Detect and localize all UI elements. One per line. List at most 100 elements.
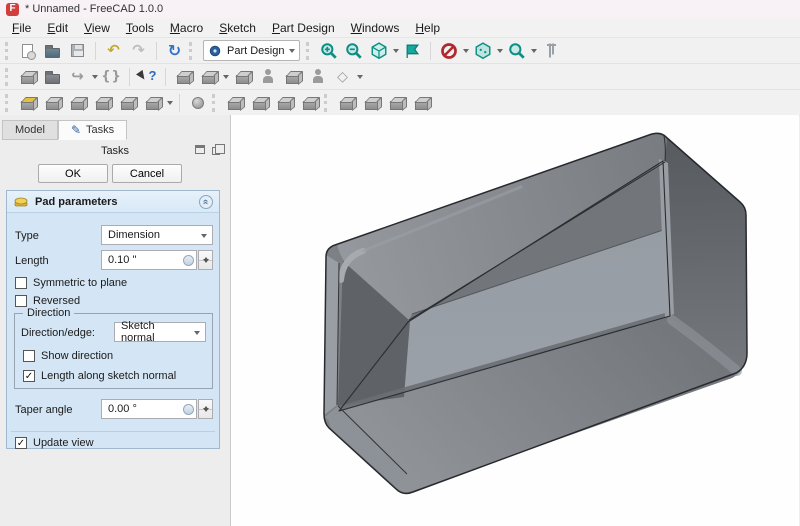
draft-button[interactable] <box>384 92 409 114</box>
whats-this-button[interactable]: ? <box>135 66 160 88</box>
overlay-panel-icon[interactable] <box>212 147 220 155</box>
toolbar-handle[interactable] <box>5 68 11 86</box>
update-view-checkbox[interactable]: ✓ <box>15 437 27 449</box>
create-part-button[interactable] <box>15 66 40 88</box>
toolbar-handle[interactable] <box>5 42 11 60</box>
view-dropdown-arrow[interactable] <box>391 40 400 62</box>
menu-help[interactable]: Help <box>407 19 448 37</box>
create-group-button[interactable] <box>40 66 65 88</box>
groove-button[interactable] <box>272 92 297 114</box>
direction-edge-select[interactable]: Sketch normal <box>114 322 206 342</box>
menu-sketch[interactable]: Sketch <box>211 19 264 37</box>
clipping-dropdown-arrow[interactable] <box>461 40 470 62</box>
revolution-button[interactable] <box>40 92 65 114</box>
search-dropdown-arrow[interactable] <box>529 40 538 62</box>
length-spinner[interactable] <box>198 250 213 270</box>
texture-dropdown-arrow[interactable] <box>495 40 504 62</box>
variable-set-button[interactable]: {} <box>99 66 124 88</box>
symmetric-checkbox[interactable] <box>15 277 27 289</box>
link-dropdown-arrow[interactable] <box>90 66 99 88</box>
tab-model[interactable]: Model <box>2 120 58 140</box>
create-sketch-button[interactable] <box>196 66 221 88</box>
spinner-divider <box>199 260 212 261</box>
type-select[interactable]: Dimension <box>101 225 213 245</box>
open-document-button[interactable] <box>40 40 65 62</box>
menu-windows[interactable]: Windows <box>343 19 408 37</box>
chamfer-button[interactable] <box>359 92 384 114</box>
chevron-down-icon <box>289 49 295 56</box>
zoom-out-button[interactable] <box>341 40 366 62</box>
validate-sketch-button[interactable] <box>280 66 305 88</box>
expression-icon[interactable] <box>183 255 194 266</box>
pad-icon <box>21 101 34 110</box>
make-link-icon: ↪ <box>71 69 84 84</box>
save-button[interactable] <box>65 40 90 62</box>
edit-sketch-button[interactable] <box>230 66 255 88</box>
datum-dropdown-arrow[interactable] <box>355 66 364 88</box>
menu-view[interactable]: View <box>76 19 118 37</box>
tab-tasks[interactable]: ✎ Tasks <box>58 120 127 140</box>
menu-tools[interactable]: Tools <box>118 19 162 37</box>
taper-angle-input[interactable]: 0.00 ° <box>101 399 197 419</box>
toolbar-handle[interactable] <box>324 94 330 112</box>
additive-helix-button[interactable] <box>115 92 140 114</box>
additive-primitive-button[interactable] <box>140 92 165 114</box>
menu-macro[interactable]: Macro <box>162 19 211 37</box>
sketch-tools-button[interactable] <box>305 66 330 88</box>
workbench-selector[interactable]: Part Design <box>203 40 300 61</box>
create-body-button[interactable] <box>171 66 196 88</box>
taper-angle-value: 0.00 ° <box>108 403 137 415</box>
length-value: 0.10 " <box>108 254 136 266</box>
clipping-plane-button[interactable] <box>436 40 461 62</box>
subtractive-sphere-button[interactable] <box>185 92 210 114</box>
primitive-dropdown-arrow[interactable] <box>165 92 174 114</box>
expression-icon[interactable] <box>183 404 194 415</box>
zoom-in-button[interactable] <box>316 40 341 62</box>
tab-model-label: Model <box>15 124 45 136</box>
create-datum-button[interactable]: ◇ <box>330 66 355 88</box>
undo-button[interactable]: ↶ <box>101 40 126 62</box>
ok-button[interactable]: OK <box>38 164 108 183</box>
3d-viewport[interactable] <box>231 115 799 526</box>
menu-part-design[interactable]: Part Design <box>264 19 343 37</box>
refresh-button[interactable]: ↻ <box>162 40 187 62</box>
show-direction-checkbox[interactable] <box>23 350 35 362</box>
redo-button[interactable]: ↷ <box>126 40 151 62</box>
toolbar-handle[interactable] <box>189 42 195 60</box>
float-panel-icon[interactable] <box>195 145 205 154</box>
map-sketch-button[interactable] <box>255 66 280 88</box>
pad-button[interactable] <box>15 92 40 114</box>
toolbar-handle[interactable] <box>5 94 11 112</box>
length-input[interactable]: 0.10 " <box>101 250 197 270</box>
length-along-checkbox[interactable]: ✓ <box>23 370 35 382</box>
taper-spinner[interactable] <box>198 399 213 419</box>
additive-loft-button[interactable] <box>65 92 90 114</box>
search-button[interactable] <box>504 40 529 62</box>
title-bar[interactable]: F * Unnamed - FreeCAD 1.0.0 <box>0 0 800 18</box>
pad-parameters-header[interactable]: Pad parameters » <box>7 191 219 213</box>
cancel-button[interactable]: Cancel <box>112 164 182 183</box>
toolbar-handle[interactable] <box>212 94 218 112</box>
zoom-in-icon <box>320 42 338 60</box>
collapse-button[interactable]: » <box>199 195 213 209</box>
measure-button[interactable] <box>538 40 563 62</box>
pocket-button[interactable] <box>222 92 247 114</box>
axonometric-view-button[interactable] <box>366 40 391 62</box>
make-link-button[interactable]: ↪ <box>65 66 90 88</box>
texture-view-button[interactable] <box>470 40 495 62</box>
sync-view-button[interactable] <box>400 40 425 62</box>
symmetric-label: Symmetric to plane <box>33 277 127 289</box>
pad-parameters-box: Pad parameters » Type Dimension Length 0… <box>6 190 220 449</box>
menu-file[interactable]: File <box>4 19 39 37</box>
toolbar-handle[interactable] <box>306 42 312 60</box>
sketch-dropdown-arrow[interactable] <box>221 66 230 88</box>
sketch-tools-icon <box>311 69 325 84</box>
thickness-button[interactable] <box>409 92 434 114</box>
additive-pipe-button[interactable] <box>90 92 115 114</box>
new-document-button[interactable] <box>15 40 40 62</box>
hole-button[interactable] <box>247 92 272 114</box>
menu-edit[interactable]: Edit <box>39 19 76 37</box>
subtractive-loft-button[interactable] <box>297 92 322 114</box>
fillet-button[interactable] <box>334 92 359 114</box>
reversed-checkbox[interactable] <box>15 295 27 307</box>
